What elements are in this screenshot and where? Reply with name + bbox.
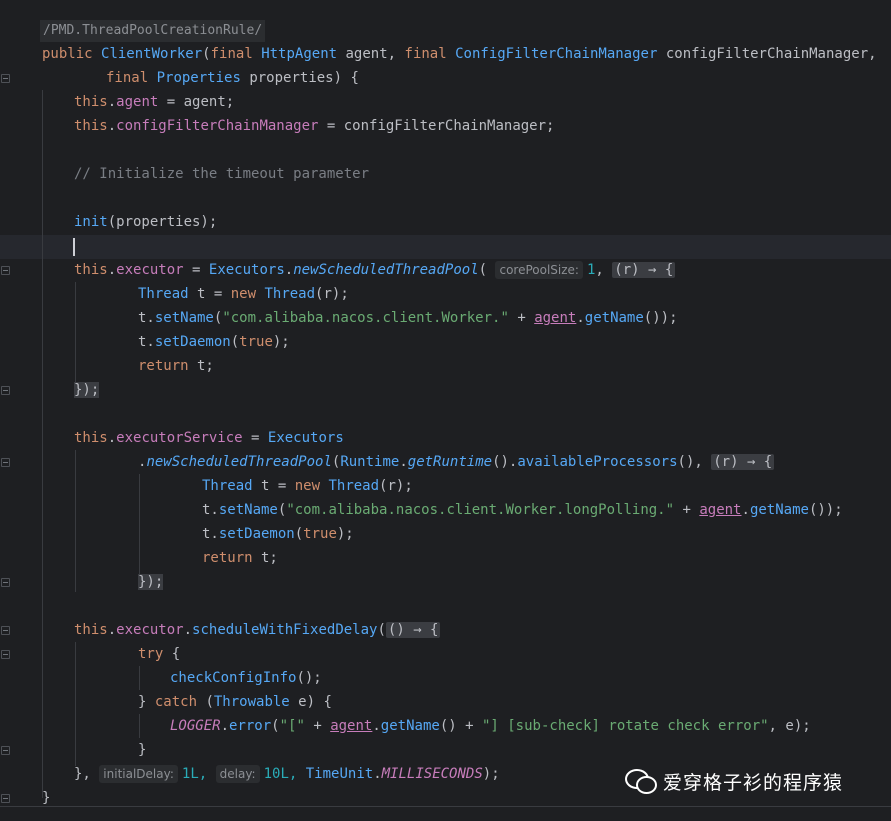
code-line: } catch (Throwable e) { xyxy=(138,694,332,710)
code-line: } xyxy=(138,742,147,758)
code-line: .newScheduledThreadPool(Runtime.getRunti… xyxy=(138,454,775,470)
text-caret xyxy=(73,238,75,256)
code-line: }); xyxy=(74,382,100,398)
code-line: this.executor.scheduleWithFixedDelay(() … xyxy=(74,622,441,638)
editor-bottom-edge xyxy=(0,806,891,821)
watermark: 爱穿格子衫的程序猿 xyxy=(625,766,843,796)
indent-guide xyxy=(139,474,140,574)
code-line: }, initialDelay: 1L, delay: 10L, TimeUnit.… xyxy=(74,765,500,783)
code-line: Thread t = new Thread(r); xyxy=(202,478,413,494)
watermark-text: 爱穿格子衫的程序猿 xyxy=(663,771,844,794)
code-line: t.setDaemon(true); xyxy=(202,526,354,542)
code-line: }); xyxy=(138,574,164,590)
code-line: t.setName("com.alibaba.nacos.client.Work… xyxy=(138,310,678,326)
indent-guide xyxy=(139,714,140,738)
code-line: public ClientWorker(final HttpAgent agen… xyxy=(42,46,877,62)
code-line: t.setName("com.alibaba.nacos.client.Work… xyxy=(202,502,843,518)
parameter-hint: delay: xyxy=(215,765,260,783)
code-line: final Properties properties) { xyxy=(106,70,359,86)
parameter-hint: initialDelay: xyxy=(99,765,178,783)
lambda-hint[interactable]: (r) → { xyxy=(711,454,775,470)
indent-guide xyxy=(42,90,43,798)
indent-guide xyxy=(139,666,140,690)
code-line: this.executorService = Executors xyxy=(74,430,344,446)
parameter-hint: corePoolSize: xyxy=(495,261,583,279)
code-line: Thread t = new Thread(r); xyxy=(138,286,349,302)
code-editor[interactable]: /PMD.ThreadPoolCreationRule/ public Clie… xyxy=(0,0,891,821)
fold-marker-icon[interactable] xyxy=(1,794,10,803)
fold-marker-icon[interactable] xyxy=(1,650,10,659)
code-line: this.executor = Executors.newScheduledTh… xyxy=(74,261,676,279)
code-line: checkConfigInfo(); xyxy=(170,670,322,686)
lambda-hint[interactable]: () → { xyxy=(385,622,441,638)
fold-marker-icon[interactable] xyxy=(1,626,10,635)
code-line: init(properties); xyxy=(74,214,218,230)
code-comment: // Initialize the timeout parameter xyxy=(74,166,370,182)
code-line: this.agent = agent; xyxy=(74,94,235,110)
annotation-text: /PMD.ThreadPoolCreationRule/ xyxy=(40,20,266,42)
code-line: LOGGER.error("[" + agent.getName() + "] … xyxy=(170,718,811,734)
lambda-hint[interactable]: (r) → { xyxy=(612,262,676,278)
editor-gutter xyxy=(0,0,12,820)
wechat-icon xyxy=(625,767,657,795)
code-line: try { xyxy=(138,646,181,662)
fold-marker-icon[interactable] xyxy=(1,266,10,275)
indent-guide xyxy=(75,282,76,382)
fold-marker-icon[interactable] xyxy=(1,746,10,755)
code-line: return t; xyxy=(138,358,214,374)
fold-marker-icon[interactable] xyxy=(1,74,10,83)
indent-guide xyxy=(75,642,76,766)
current-line-highlight xyxy=(0,235,891,259)
code-line: this.configFilterChainManager = configFi… xyxy=(74,118,555,134)
indent-guide xyxy=(75,450,76,592)
fold-marker-icon[interactable] xyxy=(1,386,10,395)
fold-marker-icon[interactable] xyxy=(1,578,10,587)
code-line: t.setDaemon(true); xyxy=(138,334,290,350)
code-line: return t; xyxy=(202,550,278,566)
fold-marker-icon[interactable] xyxy=(1,458,10,467)
